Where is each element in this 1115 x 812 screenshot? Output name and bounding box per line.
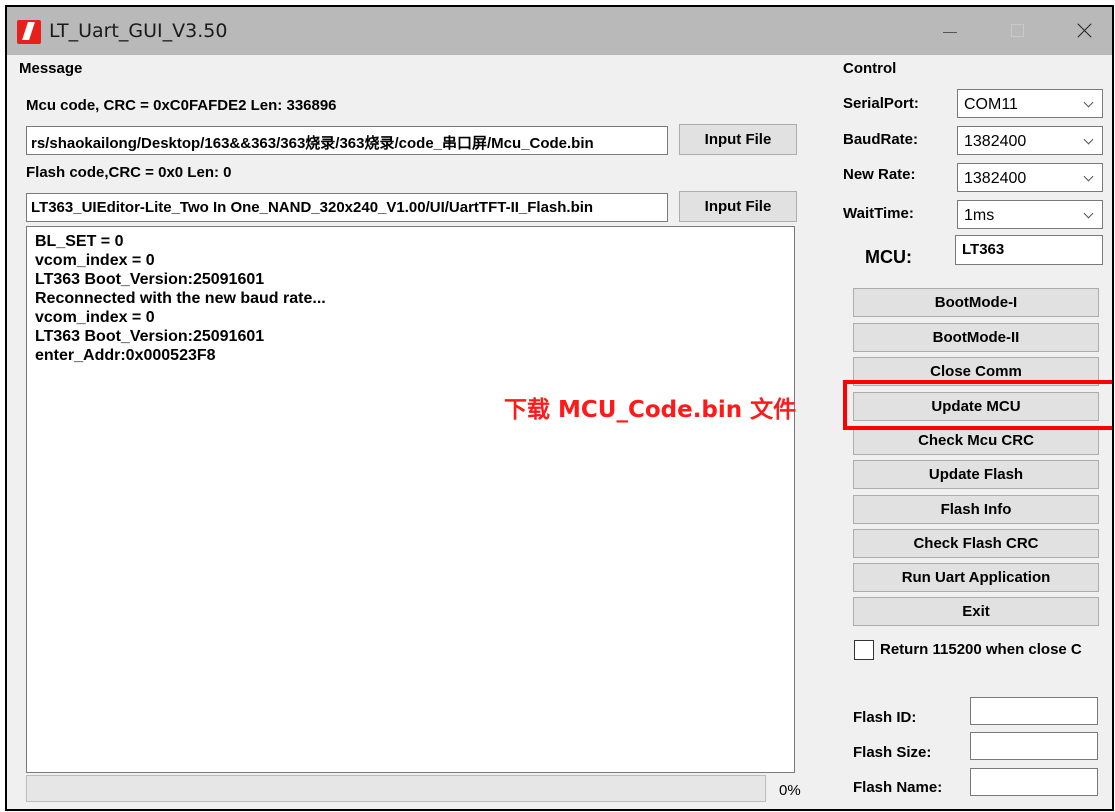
log-line: LT363 Boot_Version:25091601 — [35, 328, 265, 345]
return-115200-checkbox[interactable] — [854, 640, 874, 660]
wait-time-select[interactable]: 1ms — [957, 200, 1103, 229]
annotation-download-mcu-code: 下载 MCU_Code.bin 文件 — [504, 397, 797, 423]
baud-rate-value: 1382400 — [964, 133, 1027, 150]
chevron-down-icon — [1083, 171, 1094, 182]
new-rate-select[interactable]: 1382400 — [957, 163, 1103, 192]
run-uart-application-button[interactable]: Run Uart Application — [853, 563, 1099, 592]
log-line: Reconnected with the new baud rate... — [35, 290, 326, 307]
maximize-button[interactable] — [995, 7, 1041, 55]
flash-id-label: Flash ID: — [853, 709, 917, 726]
check-flash-crc-button[interactable]: Check Flash CRC — [853, 529, 1099, 558]
mcu-field[interactable]: LT363 — [955, 235, 1103, 265]
return-115200-label: Return 115200 when close C — [880, 641, 1082, 658]
update-flash-button[interactable]: Update Flash — [853, 460, 1099, 489]
control-group-label: Control — [843, 60, 897, 77]
title-bar[interactable]: LT_Uart_GUI_V3.50 — [7, 7, 1112, 55]
chevron-down-icon — [1083, 134, 1094, 145]
flash-size-label: Flash Size: — [853, 744, 932, 761]
wait-time-value: 1ms — [964, 207, 995, 224]
flash-info-button[interactable]: Flash Info — [853, 495, 1099, 524]
check-mcu-crc-button[interactable]: Check Mcu CRC — [853, 426, 1099, 455]
log-line: LT363 Boot_Version:25091601 — [35, 271, 265, 288]
serial-port-label: SerialPort: — [843, 95, 919, 112]
bootmode-ii-button[interactable]: BootMode-II — [853, 323, 1099, 352]
progress-bar — [26, 775, 766, 802]
log-line: enter_Addr:0x000523F8 — [35, 347, 216, 364]
chevron-down-icon — [1083, 97, 1094, 108]
serial-port-select[interactable]: COM11 — [957, 89, 1103, 118]
update-mcu-highlight-box — [843, 380, 1112, 430]
new-rate-label: New Rate: — [843, 166, 916, 183]
app-logo-icon — [17, 20, 41, 44]
flash-name-label: Flash Name: — [853, 779, 943, 796]
chevron-down-icon — [1083, 208, 1094, 219]
mcu-code-info: Mcu code, CRC = 0xC0FAFDE2 Len: 336896 — [26, 97, 337, 114]
flash-name-field[interactable] — [970, 768, 1098, 796]
baud-rate-label: BaudRate: — [843, 131, 919, 148]
mcu-label: MCU: — [865, 247, 912, 267]
message-log[interactable]: BL_SET = 0 vcom_index = 0 LT363 Boot_Ver… — [26, 226, 795, 773]
log-line: BL_SET = 0 — [35, 233, 124, 250]
flash-input-file-button[interactable]: Input File — [679, 191, 797, 222]
progress-percent: 0% — [779, 782, 801, 799]
baud-rate-select[interactable]: 1382400 — [957, 126, 1103, 155]
minimize-button[interactable] — [927, 7, 973, 55]
flash-size-field[interactable] — [970, 732, 1098, 760]
flash-file-path-field[interactable]: LT363_UIEditor-Lite_Two In One_NAND_320x… — [26, 193, 668, 222]
log-line: vcom_index = 0 — [35, 309, 155, 326]
close-button[interactable] — [1062, 7, 1108, 55]
serial-port-value: COM11 — [964, 96, 1018, 113]
bootmode-i-button[interactable]: BootMode-I — [853, 288, 1099, 317]
new-rate-value: 1382400 — [964, 170, 1027, 187]
log-line: vcom_index = 0 — [35, 252, 155, 269]
window-title: LT_Uart_GUI_V3.50 — [49, 20, 228, 42]
flash-code-info: Flash code,CRC = 0x0 Len: 0 — [26, 164, 232, 181]
mcu-file-path-field[interactable]: rs/shaokailong/Desktop/163&&363/363烧录/36… — [26, 126, 668, 155]
message-group-label: Message — [19, 60, 83, 77]
wait-time-label: WaitTime: — [843, 205, 914, 222]
exit-button[interactable]: Exit — [853, 597, 1099, 626]
mcu-input-file-button[interactable]: Input File — [679, 124, 797, 155]
app-window: LT_Uart_GUI_V3.50 Message Mcu code, CRC … — [5, 5, 1114, 811]
flash-id-field[interactable] — [970, 697, 1098, 725]
